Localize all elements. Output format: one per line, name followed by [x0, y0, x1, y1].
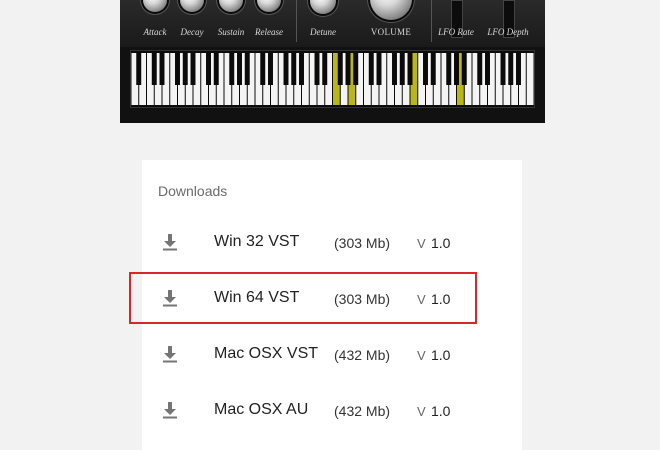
download-icon [163, 402, 177, 419]
piano-black-key [314, 53, 320, 85]
piano-black-key [477, 53, 483, 85]
piano-black-key [407, 53, 413, 85]
piano-black-key [182, 53, 188, 85]
version-prefix: V [417, 292, 426, 307]
lfo-rate-label: LFO Rate [438, 27, 474, 37]
piano-black-key [190, 53, 196, 85]
release-knob-icon [257, 0, 281, 12]
piano-black-key [446, 53, 452, 85]
knob-label-detune: Detune [310, 27, 336, 37]
download-name: Win 64 VST [214, 289, 300, 306]
volume-label: VOLUME [370, 27, 412, 37]
piano-black-key [260, 53, 266, 85]
download-size: (303 Mb) [334, 291, 391, 307]
piano-black-key [283, 53, 289, 85]
downloads-title: Downloads [158, 183, 228, 199]
lfo-depth-label: LFO Depth [487, 27, 529, 37]
piano-black-key [159, 53, 165, 85]
download-size: (303 Mb) [334, 235, 391, 251]
piano-black-key [516, 53, 521, 85]
piano-black-key [454, 53, 459, 85]
piano-black-key [376, 53, 382, 85]
piano-keyboard [130, 50, 535, 108]
version-prefix: V [417, 404, 426, 419]
synth-control-panel: Attack Decay Sustain Release Detune VOLU… [120, 0, 545, 47]
piano-black-key [206, 53, 211, 85]
download-size: (432 Mb) [334, 403, 391, 419]
version-value: 1.0 [431, 235, 451, 251]
version-value: 1.0 [431, 347, 451, 363]
piano-black-key [337, 53, 343, 85]
piano-black-key [322, 53, 328, 85]
piano-black-key [461, 53, 467, 85]
piano-black-key [392, 53, 397, 85]
piano-black-key [136, 53, 142, 85]
piano-black-key [368, 53, 374, 85]
download-name: Mac OSX AU [214, 401, 309, 418]
piano-black-key [399, 53, 405, 85]
piano-black-key [423, 53, 428, 85]
piano-black-key [237, 53, 242, 85]
piano-black-key [175, 53, 180, 85]
piano-white-key [526, 53, 534, 105]
downloads-card: Downloads Win 32 VST (303 Mb) V 1.0 Win … [142, 160, 522, 450]
piano-black-key [229, 53, 235, 85]
download-icon [163, 234, 177, 251]
piano-black-key [151, 53, 157, 85]
download-name: Win 32 VST [214, 233, 300, 250]
piano-black-key [485, 53, 490, 85]
volume-knob-icon [370, 0, 412, 20]
version-prefix: V [417, 348, 426, 363]
version-prefix: V [417, 236, 426, 251]
version-value: 1.0 [431, 291, 451, 307]
piano-black-key [345, 53, 351, 85]
piano-black-key [268, 53, 273, 85]
piano-black-key [299, 53, 304, 85]
decay-knob-icon [180, 0, 204, 12]
sustain-knob-icon [219, 0, 243, 12]
piano-black-key [430, 53, 436, 85]
download-row-win64-vst[interactable]: Win 64 VST (303 Mb) V 1.0 [142, 271, 522, 327]
download-row-mac-osx-vst[interactable]: Mac OSX VST (432 Mb) V 1.0 [142, 327, 522, 383]
attack-knob-icon [143, 0, 167, 12]
piano-black-key [508, 53, 514, 85]
piano-black-key [244, 53, 250, 85]
version-value: 1.0 [431, 403, 451, 419]
synth-bottom-bar [120, 110, 545, 123]
download-row-mac-osx-au[interactable]: Mac OSX AU (432 Mb) V 1.0 [142, 383, 522, 439]
download-name: Mac OSX VST [214, 345, 319, 362]
knob-label-release: Release [255, 27, 283, 37]
download-icon [163, 346, 177, 363]
download-icon [163, 290, 177, 307]
piano-black-key [353, 53, 359, 85]
piano-black-key [500, 53, 506, 85]
piano-black-key [291, 53, 297, 85]
synth-product-image: Attack Decay Sustain Release Detune VOLU… [120, 0, 545, 123]
piano-black-key [213, 53, 219, 85]
detune-knob-icon [310, 0, 336, 14]
download-row-win32-vst[interactable]: Win 32 VST (303 Mb) V 1.0 [142, 215, 522, 271]
download-size: (432 Mb) [334, 347, 391, 363]
